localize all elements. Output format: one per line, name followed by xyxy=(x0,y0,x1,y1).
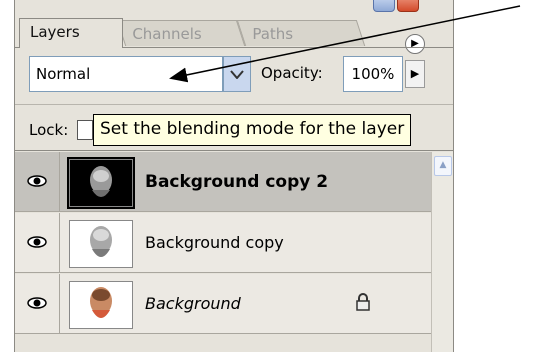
lock-transparency-checkbox[interactable] xyxy=(77,120,93,140)
eye-icon xyxy=(27,236,47,248)
visibility-toggle[interactable] xyxy=(15,152,60,211)
eye-icon xyxy=(27,297,47,309)
opacity-input[interactable]: 100% xyxy=(343,56,403,92)
layer-thumbnail xyxy=(69,220,133,268)
layer-thumbnail xyxy=(67,157,135,209)
lock-icon xyxy=(356,293,370,311)
layers-scrollbar[interactable]: ▲ xyxy=(431,152,453,352)
blend-mode-select[interactable]: Normal xyxy=(29,56,223,92)
tooltip: Set the blending mode for the layer xyxy=(93,114,412,146)
blend-mode-value: Normal xyxy=(36,65,91,83)
layer-thumbnail xyxy=(69,281,133,329)
layer-row[interactable]: Background copy 2 xyxy=(15,152,431,212)
opacity-label: Opacity: xyxy=(261,64,323,82)
tab-paths[interactable]: Paths xyxy=(236,20,366,46)
divider xyxy=(15,104,453,105)
divider xyxy=(15,150,453,151)
scroll-up-icon[interactable]: ▲ xyxy=(434,156,452,176)
blend-mode-dropdown-button[interactable] xyxy=(223,56,251,92)
visibility-toggle[interactable] xyxy=(15,213,60,272)
layer-name: Background copy xyxy=(145,233,284,252)
tab-layers[interactable]: Layers xyxy=(19,18,123,48)
layer-name: Background copy 2 xyxy=(145,172,329,192)
layers-panel: Paths Channels Layers ▶ Normal Opacity: … xyxy=(14,0,454,352)
visibility-toggle[interactable] xyxy=(15,274,60,333)
chevron-down-icon xyxy=(230,70,244,80)
layer-row[interactable]: Background copy xyxy=(15,213,431,273)
layer-row[interactable]: Background xyxy=(15,274,431,334)
minimize-button[interactable] xyxy=(373,0,395,12)
tab-channels[interactable]: Channels xyxy=(116,20,246,46)
panel-tabs: Paths Channels Layers xyxy=(15,14,453,48)
opacity-slider-button[interactable]: ▶ xyxy=(405,60,425,88)
panel-menu-icon[interactable]: ▶ xyxy=(405,34,425,54)
close-button[interactable] xyxy=(397,0,419,12)
lock-label: Lock: xyxy=(29,121,69,139)
layer-name: Background xyxy=(145,294,241,313)
eye-icon xyxy=(27,175,47,187)
